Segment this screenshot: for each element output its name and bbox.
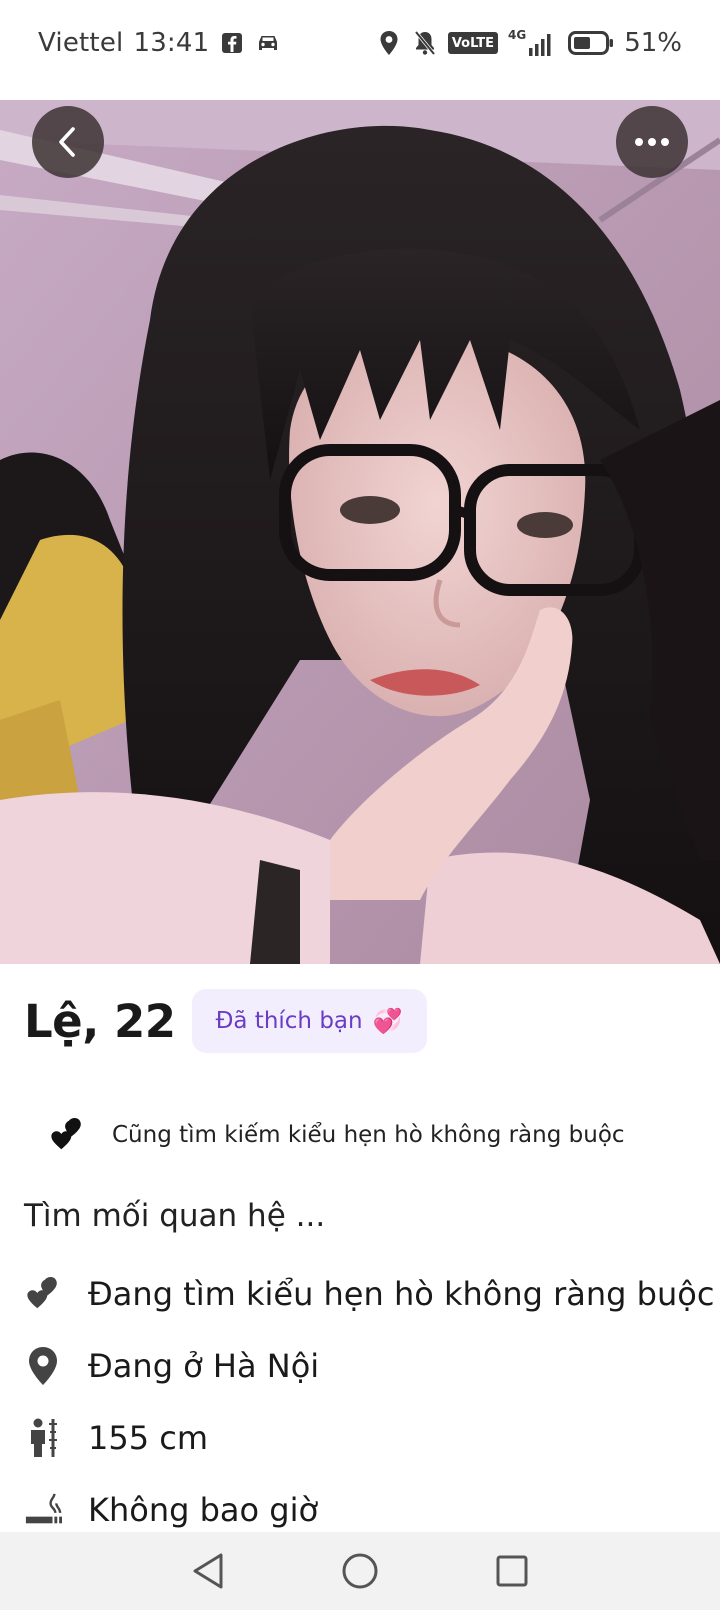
liked-you-badge: Đã thích bạn 💞 (191, 989, 427, 1053)
profile-screen: Viettel 13:41 VoLTE 4G 51% Lệ, 22 Đã thí… (0, 0, 720, 1610)
location-pin-icon (24, 1346, 62, 1386)
profile-photo[interactable] (0, 100, 720, 964)
status-right: VoLTE 4G 51% (376, 28, 682, 58)
smoking-icon (24, 1490, 62, 1530)
chevron-left-icon (59, 127, 75, 157)
status-bar: Viettel 13:41 VoLTE 4G 51% (0, 0, 720, 86)
liked-badge-label: Đã thích bạn (215, 1008, 363, 1034)
detail-text: Đang ở Hà Nội (88, 1347, 320, 1385)
battery-icon (568, 30, 614, 56)
height-icon (24, 1418, 62, 1458)
battery-percent: 51% (624, 28, 682, 58)
volte-icon: VoLTE (447, 32, 498, 54)
carrier-label: Viettel (38, 28, 124, 58)
relationship-section-title: Tìm mối quan hệ ... (24, 1198, 326, 1234)
volte-label: VoLTE (451, 35, 494, 51)
common-interest-text: Cũng tìm kiếm kiểu hẹn hò không ràng buộ… (112, 1122, 625, 1148)
nav-home-button[interactable] (338, 1549, 382, 1593)
profile-name-age: Lệ, 22 (24, 994, 176, 1048)
detail-row-height: 155 cm (24, 1414, 208, 1462)
nav-back-button[interactable] (186, 1549, 230, 1593)
hearts-icon (48, 1115, 86, 1155)
name-row: Lệ, 22 Đã thích bạn 💞 (24, 988, 427, 1054)
detail-text: Không bao giờ (88, 1491, 319, 1529)
nav-recents-button[interactable] (490, 1549, 534, 1593)
network-type: 4G (508, 28, 527, 42)
car-icon (255, 30, 281, 56)
hearts-emoji: 💞 (372, 1007, 403, 1035)
status-left: Viettel 13:41 (38, 28, 281, 58)
back-button[interactable] (32, 106, 104, 178)
facebook-icon (219, 30, 245, 56)
detail-text: 155 cm (88, 1419, 209, 1457)
detail-row-smoking: Không bao giờ (24, 1486, 318, 1534)
detail-text: Đang tìm kiểu hẹn hò không ràng buộc (88, 1275, 715, 1313)
more-options-button[interactable] (616, 106, 688, 178)
more-dots-icon (635, 138, 669, 146)
common-interest-row: Cũng tìm kiếm kiểu hẹn hò không ràng buộ… (48, 1112, 625, 1158)
clock: 13:41 (133, 28, 210, 58)
square-recents-icon (496, 1555, 528, 1587)
detail-row-relationship: Đang tìm kiểu hẹn hò không ràng buộc (24, 1270, 714, 1318)
detail-row-location: Đang ở Hà Nội (24, 1342, 319, 1390)
profile-photo-image (0, 100, 720, 964)
hearts-icon (24, 1274, 62, 1314)
system-navigation-bar (0, 1532, 720, 1610)
mute-icon (412, 30, 438, 56)
triangle-back-icon (193, 1553, 223, 1589)
location-icon (376, 30, 402, 56)
signal-icon: 4G (508, 29, 552, 57)
circle-home-icon (342, 1553, 378, 1589)
